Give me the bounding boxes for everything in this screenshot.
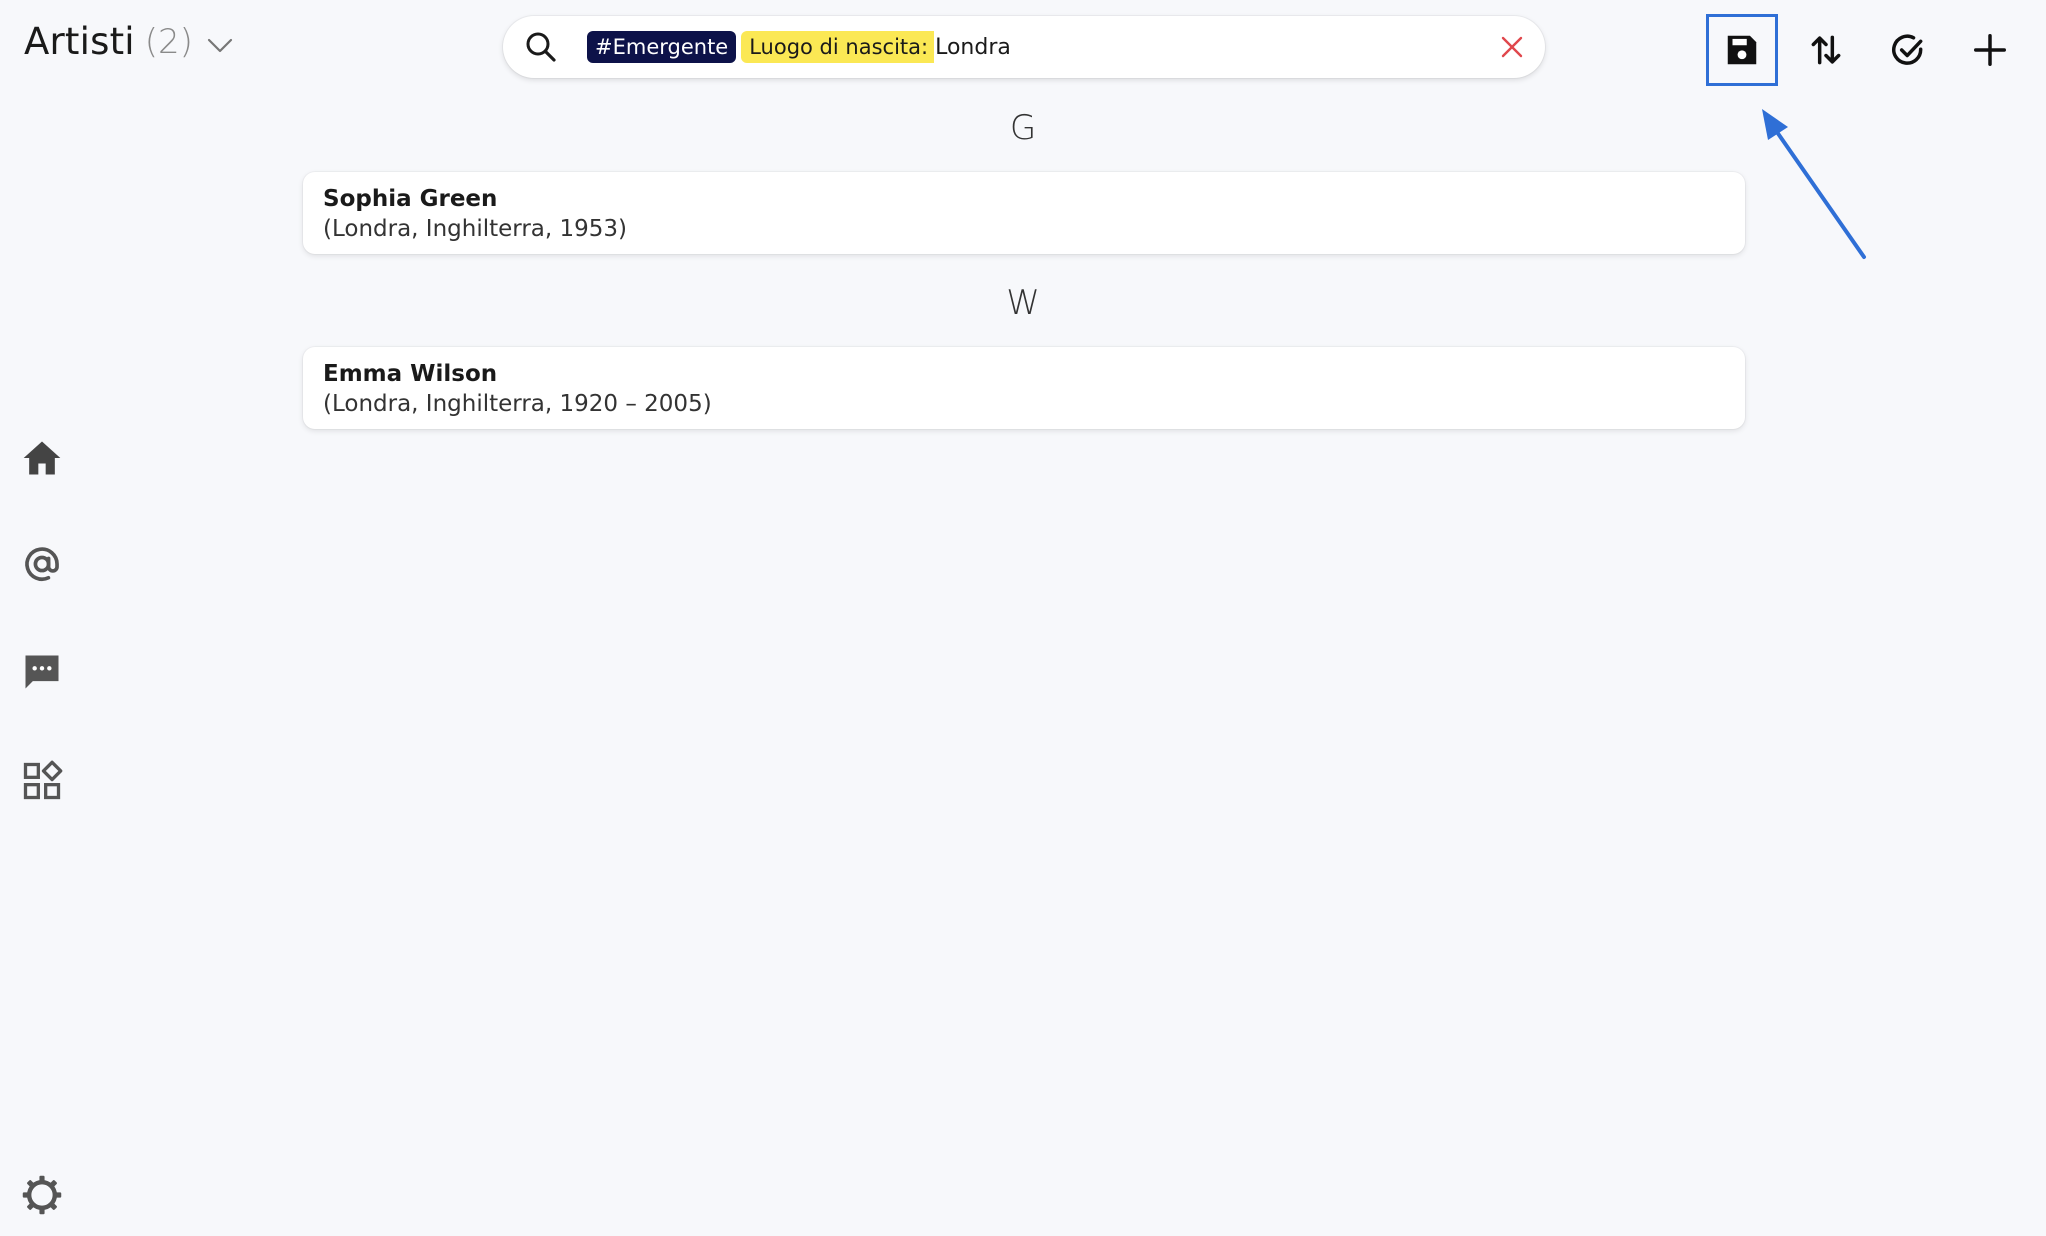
search-input[interactable]: Londra	[935, 35, 1497, 60]
artist-detail: (Londra, Inghilterra, 1920 – 2005)	[323, 391, 712, 417]
sort-button[interactable]	[1790, 14, 1862, 86]
home-icon	[23, 441, 61, 475]
chevron-down-icon	[207, 38, 233, 52]
search-icon	[526, 32, 556, 62]
save-icon	[1727, 35, 1757, 65]
artist-name: Sophia Green	[323, 186, 498, 212]
at-icon	[25, 547, 59, 582]
artist-detail: (Londra, Inghilterra, 1953)	[323, 216, 628, 242]
artist-name: Emma Wilson	[323, 361, 498, 387]
section-header-g: G	[1009, 108, 1037, 148]
result-count: (2)	[144, 21, 193, 62]
sidebar-settings[interactable]	[20, 1173, 64, 1217]
collection-selector[interactable]: Artisti (2)	[24, 20, 235, 63]
list-item[interactable]: Emma Wilson (Londra, Inghilterra, 1920 –…	[303, 347, 1745, 429]
sidebar-messages[interactable]	[20, 650, 64, 694]
sort-icon	[1811, 35, 1841, 65]
widgets-icon	[23, 760, 63, 800]
add-button[interactable]	[1954, 14, 2026, 86]
sidebar-apps[interactable]	[20, 759, 64, 803]
section-header-w: W	[1006, 283, 1040, 323]
gear-icon	[22, 1175, 62, 1215]
sidebar-home[interactable]	[20, 436, 64, 480]
plus-icon	[1974, 34, 2006, 66]
close-icon[interactable]	[1497, 32, 1527, 62]
list-item[interactable]: Sophia Green (Londra, Inghilterra, 1953)	[303, 172, 1745, 254]
chat-icon	[25, 655, 59, 689]
search-bar[interactable]: #Emergente Luogo di nascita: Londra	[503, 16, 1545, 78]
page-title: Artisti	[24, 20, 135, 63]
filter-chip-label[interactable]: Luogo di nascita:	[741, 31, 935, 63]
check-circle-icon	[1892, 34, 1923, 65]
select-button[interactable]	[1872, 14, 1944, 86]
save-button[interactable]	[1706, 14, 1778, 86]
sidebar-mentions[interactable]	[20, 542, 64, 586]
tag-chip[interactable]: #Emergente	[587, 31, 737, 63]
